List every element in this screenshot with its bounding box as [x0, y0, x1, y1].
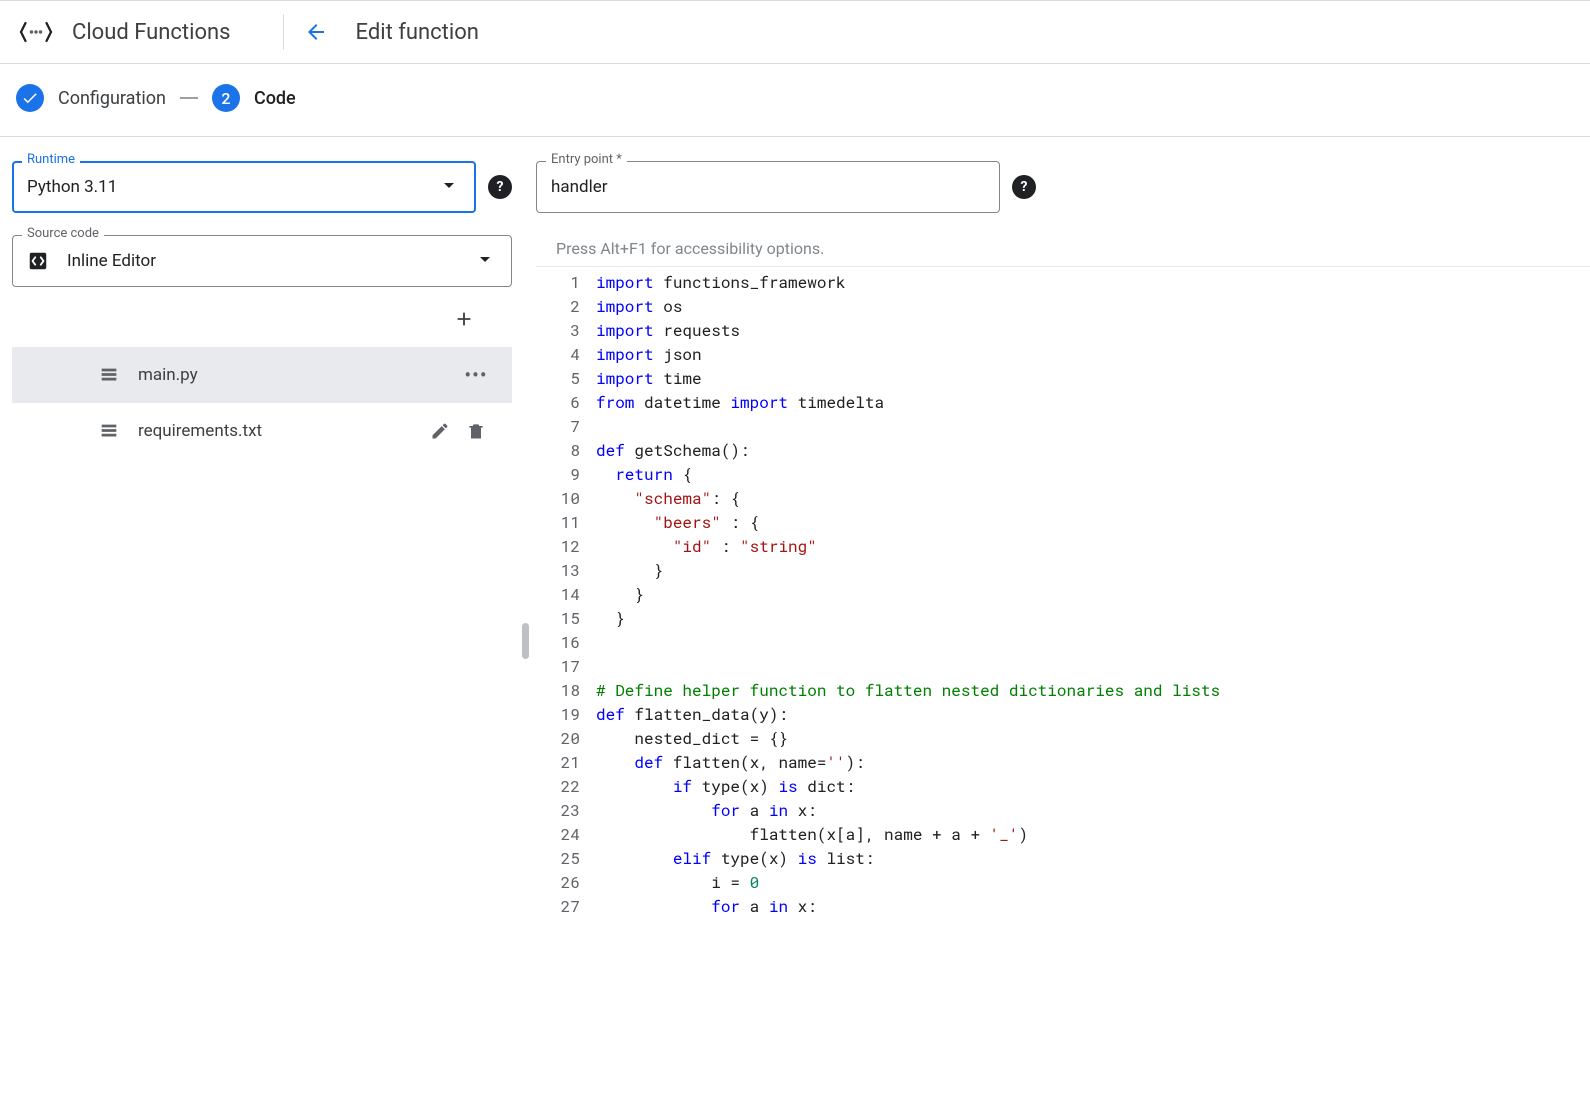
source-row: Source code Inline Editor [12, 235, 512, 287]
code-line[interactable]: import time [596, 367, 1590, 391]
content-area: Runtime Python 3.11 ? Source code Inlin [0, 137, 1590, 919]
step-1-label[interactable]: Configuration [58, 88, 166, 109]
source-label: Source code [22, 226, 104, 241]
inline-editor-icon [27, 250, 49, 272]
code-line[interactable]: nested_dict = {} [596, 727, 1590, 751]
stepper: Configuration 2 Code [0, 64, 1590, 137]
add-file-button[interactable] [444, 299, 484, 339]
step-connector [180, 97, 198, 99]
code-line[interactable]: for a in x: [596, 799, 1590, 823]
editor-scrollbar[interactable] [522, 623, 529, 659]
step-2-label[interactable]: Code [254, 88, 296, 109]
add-file-row [12, 293, 512, 347]
file-name: main.py [138, 365, 460, 385]
code-line[interactable]: return { [596, 463, 1590, 487]
line-gutter: 1234567891011121314151617181920212223242… [536, 267, 596, 919]
source-select[interactable]: Inline Editor [12, 235, 512, 287]
product-title[interactable]: Cloud Functions [72, 20, 271, 45]
entry-point-row: Entry point * handler ? [536, 161, 1036, 213]
code-line[interactable]: flatten(x[a], name + a + '_') [596, 823, 1590, 847]
more-options-button[interactable]: ••• [460, 359, 492, 391]
edit-file-button[interactable] [424, 415, 456, 447]
code-line[interactable]: } [596, 559, 1590, 583]
code-line[interactable]: i = 0 [596, 871, 1590, 895]
code-line[interactable]: "beers" : { [596, 511, 1590, 535]
back-arrow-button[interactable] [296, 12, 336, 52]
code-line[interactable]: def flatten(x, name=''): [596, 751, 1590, 775]
code-line[interactable]: if type(x) is dict: [596, 775, 1590, 799]
code-line[interactable]: import requests [596, 319, 1590, 343]
file-item-main[interactable]: main.py ••• [12, 347, 512, 403]
cloud-functions-logo-icon [16, 12, 56, 52]
entry-point-input[interactable]: handler [536, 161, 1000, 213]
runtime-row: Runtime Python 3.11 ? [12, 161, 512, 213]
code-line[interactable]: elif type(x) is list: [596, 847, 1590, 871]
chevron-down-icon [473, 247, 497, 276]
runtime-select[interactable]: Python 3.11 [12, 161, 476, 213]
code-line[interactable]: # Define helper function to flatten nest… [596, 679, 1590, 703]
entry-point-value: handler [551, 177, 608, 197]
header-bar: Cloud Functions Edit function [0, 0, 1590, 64]
code-line[interactable]: for a in x: [596, 895, 1590, 919]
runtime-value: Python 3.11 [27, 177, 437, 197]
file-item-requirements[interactable]: requirements.txt [12, 403, 512, 459]
entry-point-help-icon[interactable]: ? [1012, 175, 1036, 199]
code-line[interactable] [596, 655, 1590, 679]
step-2-badge[interactable]: 2 [212, 84, 240, 112]
code-line[interactable]: "id" : "string" [596, 535, 1590, 559]
code-line[interactable]: } [596, 607, 1590, 631]
chevron-down-icon [437, 173, 461, 202]
right-column: Entry point * handler ? Press Alt+F1 for… [536, 161, 1590, 919]
file-icon [98, 420, 120, 442]
code-line[interactable]: def flatten_data(y): [596, 703, 1590, 727]
editor-accessibility-hint: Press Alt+F1 for accessibility options. [536, 235, 1590, 266]
code-area[interactable]: import functions_frameworkimport osimpor… [596, 267, 1590, 919]
code-editor[interactable]: 1234567891011121314151617181920212223242… [536, 266, 1590, 919]
code-line[interactable]: import json [596, 343, 1590, 367]
page-title: Edit function [356, 20, 479, 45]
code-line[interactable]: "schema": { [596, 487, 1590, 511]
step-1-check-icon[interactable] [16, 84, 44, 112]
left-column: Runtime Python 3.11 ? Source code Inlin [12, 161, 512, 919]
code-line[interactable]: def getSchema(): [596, 439, 1590, 463]
header-divider [283, 14, 284, 50]
code-line[interactable]: import functions_framework [596, 271, 1590, 295]
file-icon [98, 364, 120, 386]
delete-file-button[interactable] [460, 415, 492, 447]
entry-point-label: Entry point * [546, 152, 627, 167]
runtime-help-icon[interactable]: ? [488, 175, 512, 199]
runtime-label: Runtime [22, 152, 80, 167]
file-name: requirements.txt [138, 421, 424, 441]
code-line[interactable]: } [596, 583, 1590, 607]
code-line[interactable]: from datetime import timedelta [596, 391, 1590, 415]
code-line[interactable] [596, 631, 1590, 655]
file-list: main.py ••• requirements.txt [12, 347, 512, 459]
code-line[interactable] [596, 415, 1590, 439]
code-line[interactable]: import os [596, 295, 1590, 319]
source-value: Inline Editor [67, 251, 473, 271]
